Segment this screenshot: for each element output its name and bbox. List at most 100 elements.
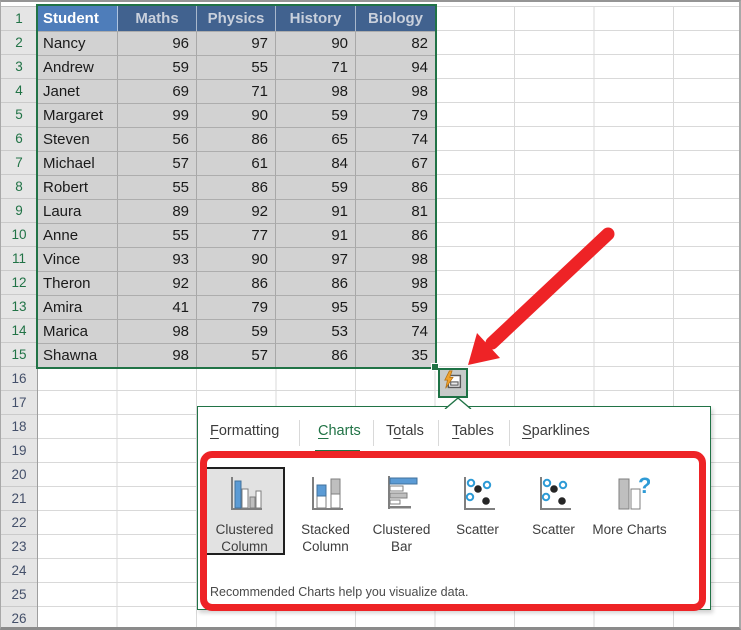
cell-r12c1[interactable]: Theron bbox=[38, 271, 118, 295]
cell-r9c3[interactable]: 92 bbox=[197, 199, 276, 223]
row-header-25[interactable]: 25 bbox=[1, 583, 37, 607]
row-header-24[interactable]: 24 bbox=[1, 559, 37, 583]
cell-r4c4[interactable]: 98 bbox=[276, 79, 356, 103]
tab-charts[interactable]: Charts bbox=[318, 423, 361, 439]
row-header-14[interactable]: 14 bbox=[1, 319, 37, 343]
row-header-20[interactable]: 20 bbox=[1, 463, 37, 487]
cell-r7c1[interactable]: Michael bbox=[38, 151, 118, 175]
cell-r12c2[interactable]: 92 bbox=[118, 271, 197, 295]
cell-r2c5[interactable]: 82 bbox=[356, 31, 435, 55]
row-header-9[interactable]: 9 bbox=[1, 199, 37, 223]
row-header-23[interactable]: 23 bbox=[1, 535, 37, 559]
cell-r14c4[interactable]: 53 bbox=[276, 319, 356, 343]
tab-totals[interactable]: Totals bbox=[386, 423, 424, 439]
cell-r8c1[interactable]: Robert bbox=[38, 175, 118, 199]
cell-r13c3[interactable]: 79 bbox=[197, 295, 276, 319]
row-header-6[interactable]: 6 bbox=[1, 127, 37, 151]
cell-r3c3[interactable]: 55 bbox=[197, 55, 276, 79]
cell-r3c4[interactable]: 71 bbox=[276, 55, 356, 79]
cell-r2c2[interactable]: 96 bbox=[118, 31, 197, 55]
cell-r11c2[interactable]: 93 bbox=[118, 247, 197, 271]
cell-r13c2[interactable]: 41 bbox=[118, 295, 197, 319]
row-header-21[interactable]: 21 bbox=[1, 487, 37, 511]
cell-r14c5[interactable]: 74 bbox=[356, 319, 435, 343]
chart-option-more-charts[interactable]: ? More Charts bbox=[589, 467, 670, 555]
cell-r6c3[interactable]: 86 bbox=[197, 127, 276, 151]
row-header-11[interactable]: 11 bbox=[1, 247, 37, 271]
cell-r4c1[interactable]: Janet bbox=[38, 79, 118, 103]
tab-formatting[interactable]: Formatting bbox=[210, 423, 279, 439]
cell-r12c4[interactable]: 86 bbox=[276, 271, 356, 295]
header-cell-maths[interactable]: Maths bbox=[118, 6, 197, 31]
row-header-12[interactable]: 12 bbox=[1, 271, 37, 295]
header-cell-history[interactable]: History bbox=[276, 6, 356, 31]
cell-r14c1[interactable]: Marica bbox=[38, 319, 118, 343]
cell-r2c4[interactable]: 90 bbox=[276, 31, 356, 55]
cell-r12c5[interactable]: 98 bbox=[356, 271, 435, 295]
cell-r4c3[interactable]: 71 bbox=[197, 79, 276, 103]
cell-r12c3[interactable]: 86 bbox=[197, 271, 276, 295]
cell-r9c4[interactable]: 91 bbox=[276, 199, 356, 223]
tab-tables[interactable]: Tables bbox=[452, 423, 494, 439]
cell-r11c1[interactable]: Vince bbox=[38, 247, 118, 271]
cell-r5c1[interactable]: Margaret bbox=[38, 103, 118, 127]
cell-r6c1[interactable]: Steven bbox=[38, 127, 118, 151]
header-cell-physics[interactable]: Physics bbox=[197, 6, 276, 31]
cell-r9c2[interactable]: 89 bbox=[118, 199, 197, 223]
header-cell-student[interactable]: Student bbox=[38, 6, 118, 31]
selected-data-range[interactable]: Student Maths Physics History Biology Nancy 96… bbox=[36, 4, 437, 369]
cell-r5c3[interactable]: 90 bbox=[197, 103, 276, 127]
cell-r10c1[interactable]: Anne bbox=[38, 223, 118, 247]
row-header-17[interactable]: 17 bbox=[1, 391, 37, 415]
row-header-7[interactable]: 7 bbox=[1, 151, 37, 175]
row-header-18[interactable]: 18 bbox=[1, 415, 37, 439]
cell-r3c1[interactable]: Andrew bbox=[38, 55, 118, 79]
cell-r15c3[interactable]: 57 bbox=[197, 343, 276, 367]
row-header-10[interactable]: 10 bbox=[1, 223, 37, 247]
cell-r15c1[interactable]: Shawna bbox=[38, 343, 118, 367]
cell-r10c2[interactable]: 55 bbox=[118, 223, 197, 247]
cell-r14c2[interactable]: 98 bbox=[118, 319, 197, 343]
row-header-26[interactable]: 26 bbox=[1, 607, 37, 627]
cell-r7c2[interactable]: 57 bbox=[118, 151, 197, 175]
cell-r15c4[interactable]: 86 bbox=[276, 343, 356, 367]
chart-option-clustered-column[interactable]: Clustered Column bbox=[204, 467, 285, 555]
chart-option-scatter-2[interactable]: Scatter bbox=[513, 467, 594, 555]
cell-r3c5[interactable]: 94 bbox=[356, 55, 435, 79]
row-header-4[interactable]: 4 bbox=[1, 79, 37, 103]
cell-r2c3[interactable]: 97 bbox=[197, 31, 276, 55]
row-header-8[interactable]: 8 bbox=[1, 175, 37, 199]
cell-r7c5[interactable]: 67 bbox=[356, 151, 435, 175]
cell-r4c5[interactable]: 98 bbox=[356, 79, 435, 103]
row-header-16[interactable]: 16 bbox=[1, 367, 37, 391]
cell-r11c3[interactable]: 90 bbox=[197, 247, 276, 271]
cell-r5c5[interactable]: 79 bbox=[356, 103, 435, 127]
cell-r8c4[interactable]: 59 bbox=[276, 175, 356, 199]
quick-analysis-button[interactable] bbox=[438, 368, 468, 398]
cell-r8c3[interactable]: 86 bbox=[197, 175, 276, 199]
cell-r13c1[interactable]: Amira bbox=[38, 295, 118, 319]
cell-r10c3[interactable]: 77 bbox=[197, 223, 276, 247]
cell-r11c5[interactable]: 98 bbox=[356, 247, 435, 271]
cell-r15c5[interactable]: 35 bbox=[356, 343, 435, 367]
cell-r2c1[interactable]: Nancy bbox=[38, 31, 118, 55]
row-header-3[interactable]: 3 bbox=[1, 55, 37, 79]
cell-r10c5[interactable]: 86 bbox=[356, 223, 435, 247]
cell-r14c3[interactable]: 59 bbox=[197, 319, 276, 343]
tab-sparklines[interactable]: Sparklines bbox=[522, 423, 590, 439]
row-header-1[interactable]: 1 bbox=[1, 7, 37, 31]
row-header-22[interactable]: 22 bbox=[1, 511, 37, 535]
cell-r13c5[interactable]: 59 bbox=[356, 295, 435, 319]
row-header-15[interactable]: 15 bbox=[1, 343, 37, 367]
cell-r5c2[interactable]: 99 bbox=[118, 103, 197, 127]
cell-r9c1[interactable]: Laura bbox=[38, 199, 118, 223]
cell-r6c4[interactable]: 65 bbox=[276, 127, 356, 151]
row-header-5[interactable]: 5 bbox=[1, 103, 37, 127]
row-header-13[interactable]: 13 bbox=[1, 295, 37, 319]
cell-r7c3[interactable]: 61 bbox=[197, 151, 276, 175]
cell-r4c2[interactable]: 69 bbox=[118, 79, 197, 103]
chart-option-clustered-bar[interactable]: Clustered Bar bbox=[361, 467, 442, 555]
cell-r6c5[interactable]: 74 bbox=[356, 127, 435, 151]
cell-r8c5[interactable]: 86 bbox=[356, 175, 435, 199]
cell-r6c2[interactable]: 56 bbox=[118, 127, 197, 151]
